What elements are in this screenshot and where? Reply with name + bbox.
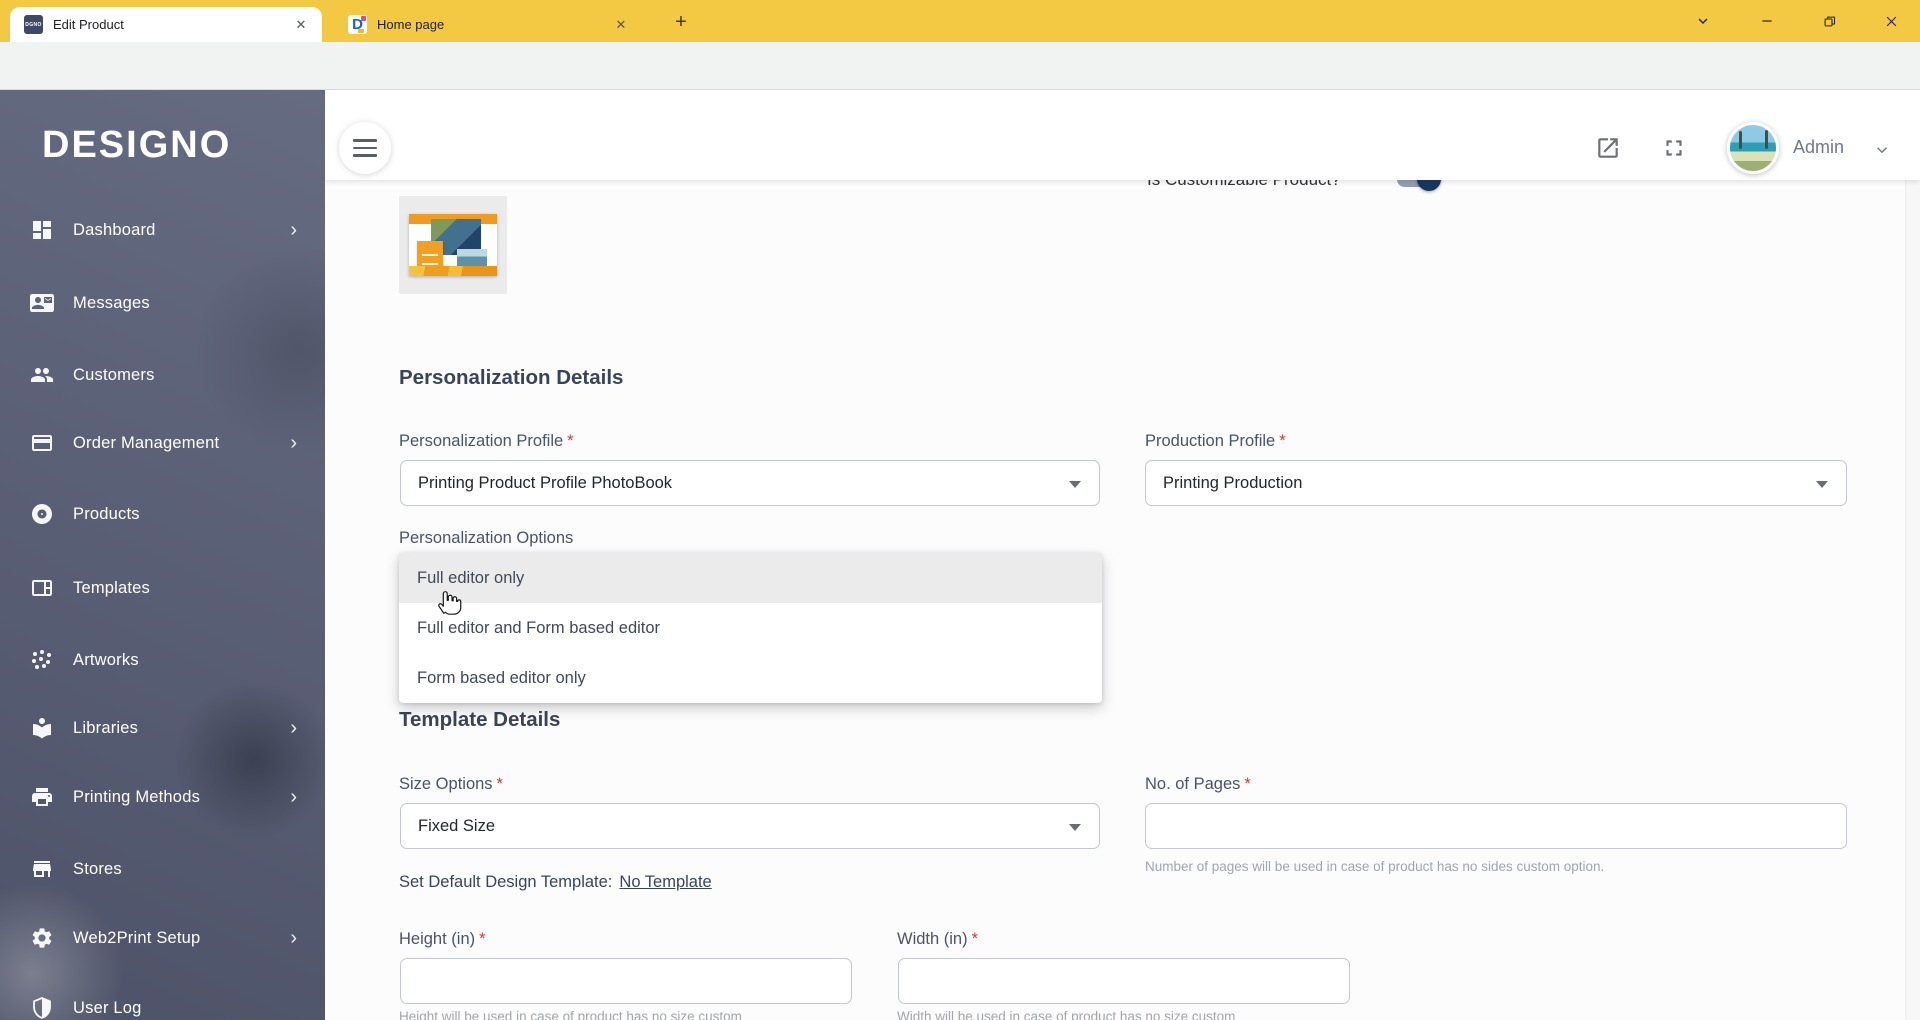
chevron-down-icon: [1069, 824, 1081, 831]
width-input[interactable]: [898, 958, 1350, 1004]
sidebar-item-order-management[interactable]: Order Management ›: [0, 419, 325, 467]
home-favicon: D: [348, 15, 367, 34]
sidebar-item-products[interactable]: Products: [0, 490, 325, 538]
products-icon: [32, 504, 52, 524]
dashboard-icon: [33, 221, 51, 239]
dropdown-option-full-and-form-editor[interactable]: Full editor and Form based editor: [399, 603, 1102, 653]
no-of-pages-label: No. of Pages *: [1145, 775, 1251, 793]
height-input[interactable]: [400, 958, 852, 1004]
personalization-details-heading: Personalization Details: [399, 366, 624, 389]
sidebar-item-web2print-setup[interactable]: Web2Print Setup ›: [0, 914, 325, 962]
chevron-down-icon[interactable]: [1873, 141, 1891, 159]
required-asterisk: *: [479, 930, 486, 948]
sidebar-item-messages[interactable]: Messages: [0, 279, 325, 327]
scrollbar[interactable]: [1905, 90, 1920, 1020]
no-template-link[interactable]: No Template: [619, 873, 711, 891]
dgno-favicon: DGNO: [24, 15, 43, 34]
chevron-right-icon: ›: [290, 926, 297, 949]
chevron-right-icon: ›: [290, 218, 297, 241]
fullscreen-icon[interactable]: [1661, 135, 1687, 161]
sidebar-item-printing-methods[interactable]: Printing Methods ›: [0, 773, 325, 821]
tab-title: Edit Product: [53, 17, 124, 32]
personalization-options-dropdown: Full editor only Full editor and Form ba…: [399, 553, 1102, 703]
size-options-label: Size Options *: [399, 775, 503, 793]
admin-user-label[interactable]: Admin: [1793, 137, 1844, 158]
width-label: Width (in) *: [897, 930, 979, 948]
required-asterisk: *: [567, 432, 574, 450]
chevron-down-icon: [1816, 481, 1828, 488]
storefront-icon: [33, 861, 51, 877]
tab-title: Home page: [377, 17, 445, 32]
required-asterisk: *: [1279, 432, 1286, 450]
product-thumbnail: [399, 196, 507, 294]
mouse-cursor-pointer: [433, 587, 463, 617]
dropdown-option-form-based-only[interactable]: Form based editor only: [399, 653, 1102, 703]
no-of-pages-input[interactable]: [1145, 803, 1847, 849]
personalization-profile-select[interactable]: Printing Product Profile PhotoBook: [400, 460, 1100, 506]
personalization-profile-label: Personalization Profile *: [399, 432, 574, 450]
shield-icon: [33, 997, 51, 1019]
photobook-cover-image: [409, 214, 497, 276]
set-default-template-row: Set Default Design Template: No Template: [399, 873, 712, 891]
width-helper-text: Width will be used in case of product ha…: [897, 1009, 1236, 1020]
browser-tab-bar: DGNO Edit Product ✕ D Home page ✕ +: [0, 0, 1920, 42]
artworks-icon: [32, 650, 51, 669]
height-label: Height (in) *: [399, 930, 486, 948]
pages-helper-text: Number of pages will be used in case of …: [1145, 859, 1605, 874]
sidebar-item-stores[interactable]: Stores: [0, 845, 325, 893]
maximize-button[interactable]: [1806, 0, 1852, 42]
production-profile-select[interactable]: Printing Production: [1145, 460, 1847, 506]
orders-icon: [32, 435, 52, 451]
new-tab-button[interactable]: +: [668, 10, 694, 36]
production-profile-label: Production Profile *: [1145, 432, 1286, 450]
required-asterisk: *: [496, 775, 503, 793]
chevron-right-icon: ›: [290, 431, 297, 454]
browser-tab-home-page[interactable]: D Home page ✕: [336, 7, 642, 42]
sidebar-item-templates[interactable]: Templates: [0, 564, 325, 612]
customers-icon: [31, 368, 53, 382]
tab-search-icon[interactable]: [1680, 0, 1726, 42]
sidebar-item-libraries[interactable]: Libraries ›: [0, 704, 325, 752]
close-window-button[interactable]: [1868, 0, 1914, 42]
sidebar-item-user-log[interactable]: User Log: [0, 984, 325, 1020]
menu-hamburger-button[interactable]: [339, 122, 391, 174]
tab-close-icon[interactable]: ✕: [292, 16, 310, 34]
designo-logo: DESIGNO: [42, 124, 232, 166]
main-content: Is Customizable Product? Personalization…: [325, 90, 1920, 1020]
printer-icon: [32, 788, 52, 806]
browser-tab-edit-product[interactable]: DGNO Edit Product ✕: [10, 7, 322, 42]
height-helper-text: Height will be used in case of product h…: [399, 1009, 742, 1020]
libraries-icon: [33, 718, 51, 739]
open-in-new-icon[interactable]: [1595, 135, 1621, 161]
personalization-options-label: Personalization Options: [399, 529, 574, 547]
dropdown-option-full-editor-only[interactable]: Full editor only: [399, 553, 1102, 603]
chevron-right-icon: ›: [290, 785, 297, 808]
templates-icon: [32, 580, 52, 596]
tab-close-icon[interactable]: ✕: [612, 16, 630, 34]
user-avatar[interactable]: [1727, 122, 1779, 174]
sidebar-item-dashboard[interactable]: Dashboard ›: [0, 206, 325, 254]
template-details-heading: Template Details: [399, 708, 561, 731]
gear-icon: [32, 928, 52, 948]
sidebar-item-customers[interactable]: Customers: [0, 351, 325, 399]
sidebar-item-artworks[interactable]: Artworks: [0, 636, 325, 684]
chevron-down-icon: [1069, 481, 1081, 488]
required-asterisk: *: [971, 930, 979, 948]
required-asterisk: *: [1244, 775, 1251, 793]
messages-icon: [30, 294, 54, 312]
app-sidebar: DESIGNO Dashboard › Messages Customers O…: [0, 90, 325, 1020]
browser-toolbar: stagingdemo.designo.software/app/product…: [0, 42, 1920, 124]
chevron-right-icon: ›: [290, 716, 297, 739]
size-options-select[interactable]: Fixed Size: [400, 803, 1100, 849]
minimize-button[interactable]: [1744, 0, 1790, 42]
